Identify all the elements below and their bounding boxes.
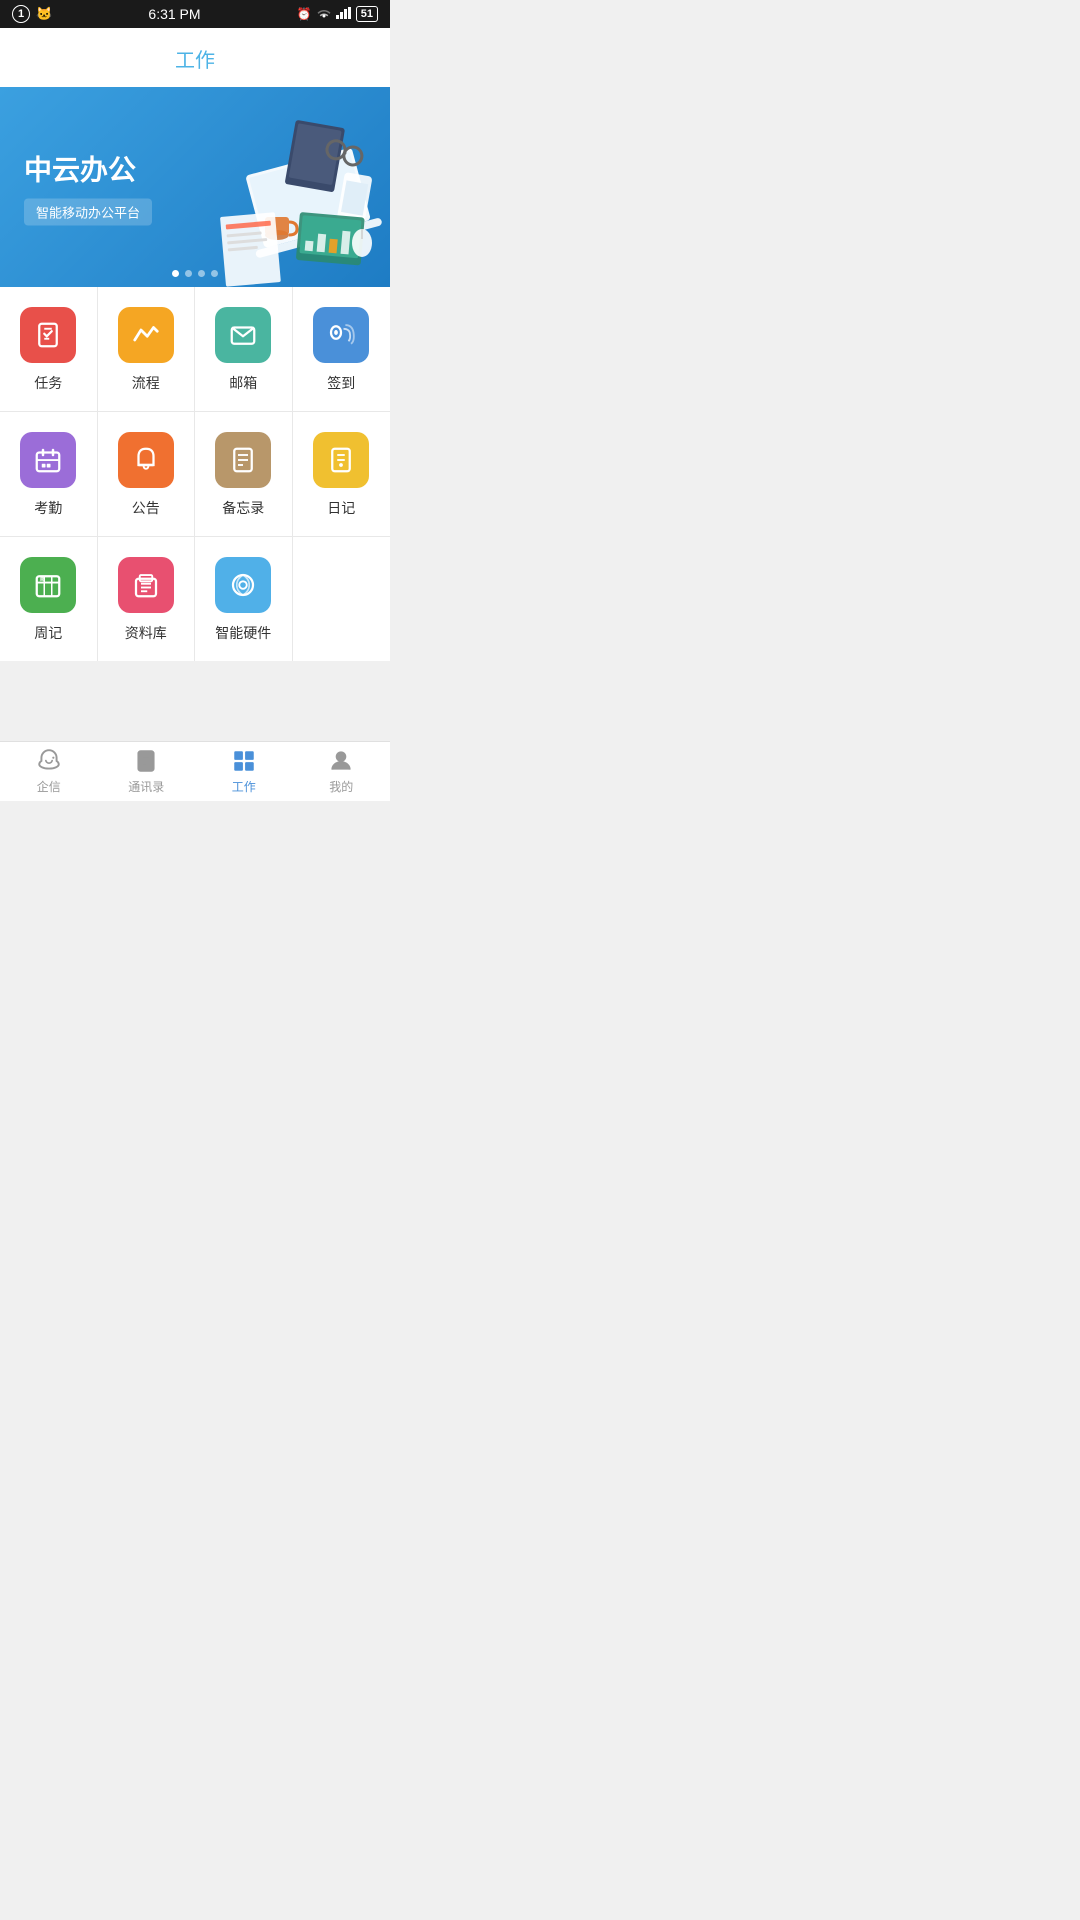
library-icon-box bbox=[118, 557, 174, 613]
notice-label: 公告 bbox=[132, 498, 160, 518]
enterprise-nav-label: 企信 bbox=[37, 778, 61, 795]
grid-row-1: 任务 流程 邮箱 bbox=[0, 287, 390, 412]
weekly-icon-box: 周 bbox=[20, 557, 76, 613]
dot-2 bbox=[185, 270, 192, 277]
dot-4 bbox=[211, 270, 218, 277]
grid-row-2: 考勤 公告 备忘录 bbox=[0, 412, 390, 537]
grid-item-process[interactable]: 流程 bbox=[98, 287, 196, 411]
grid-item-hardware[interactable]: 智能硬件 bbox=[195, 537, 293, 661]
checkin-label: 签到 bbox=[327, 373, 355, 393]
banner-text: 中云办公 智能移动办公平台 bbox=[24, 149, 152, 226]
grid-item-diary[interactable]: 日记 bbox=[293, 412, 391, 536]
work-nav-label: 工作 bbox=[232, 778, 256, 795]
bottom-navigation: 企信 通讯录 工作 bbox=[0, 741, 390, 801]
grid-item-checkin[interactable]: 签到 bbox=[293, 287, 391, 411]
library-label: 资料库 bbox=[125, 623, 167, 643]
contacts-icon bbox=[133, 748, 159, 774]
mail-icon-box bbox=[215, 307, 271, 363]
status-time: 6:31 PM bbox=[148, 6, 200, 22]
banner-dots bbox=[172, 270, 218, 277]
task-label: 任务 bbox=[34, 373, 62, 393]
status-bar: 1 🐱 6:31 PM ⏰ 51 bbox=[0, 0, 390, 28]
checkin-icon-box bbox=[313, 307, 369, 363]
grid-item-library[interactable]: 资料库 bbox=[98, 537, 196, 661]
content-spacer bbox=[0, 661, 390, 741]
page-title: 工作 bbox=[175, 50, 215, 72]
nav-item-enterprise[interactable]: 企信 bbox=[0, 742, 98, 801]
memo-icon-box bbox=[215, 432, 271, 488]
grid-item-attendance[interactable]: 考勤 bbox=[0, 412, 98, 536]
grid-empty-cell bbox=[293, 537, 391, 661]
diary-label: 日记 bbox=[327, 498, 355, 518]
alarm-icon: ⏰ bbox=[297, 7, 312, 21]
app-grid: 任务 流程 邮箱 bbox=[0, 287, 390, 661]
status-num-icon: 1 bbox=[12, 5, 30, 23]
dot-3 bbox=[198, 270, 205, 277]
mine-nav-label: 我的 bbox=[329, 778, 353, 795]
status-left: 1 🐱 bbox=[12, 5, 52, 23]
signal-icon bbox=[336, 7, 352, 22]
grid-item-weekly[interactable]: 周 周记 bbox=[0, 537, 98, 661]
attendance-label: 考勤 bbox=[34, 498, 62, 518]
enterprise-icon bbox=[36, 748, 62, 774]
diary-icon-box bbox=[313, 432, 369, 488]
banner-illustration bbox=[160, 87, 390, 287]
mine-icon bbox=[328, 748, 354, 774]
svg-text:周: 周 bbox=[40, 576, 44, 583]
banner-title: 中云办公 bbox=[24, 149, 152, 189]
page-header: 工作 bbox=[0, 28, 390, 87]
nav-item-contacts[interactable]: 通讯录 bbox=[98, 742, 196, 801]
battery-indicator: 51 bbox=[356, 6, 378, 22]
notice-icon-box bbox=[118, 432, 174, 488]
dot-1 bbox=[172, 270, 179, 277]
process-label: 流程 bbox=[132, 373, 160, 393]
work-icon bbox=[231, 748, 257, 774]
hardware-icon-box bbox=[215, 557, 271, 613]
grid-item-mail[interactable]: 邮箱 bbox=[195, 287, 293, 411]
weekly-label: 周记 bbox=[34, 623, 62, 643]
status-icon-cat: 🐱 bbox=[36, 6, 52, 22]
hardware-label: 智能硬件 bbox=[215, 623, 271, 643]
wifi-icon bbox=[316, 7, 332, 22]
contacts-nav-label: 通讯录 bbox=[128, 778, 164, 795]
nav-item-work[interactable]: 工作 bbox=[195, 742, 293, 801]
grid-row-3: 周 周记 资料库 bbox=[0, 537, 390, 661]
process-icon-box bbox=[118, 307, 174, 363]
banner: 中云办公 智能移动办公平台 bbox=[0, 87, 390, 287]
status-right: ⏰ 51 bbox=[297, 6, 378, 22]
grid-item-notice[interactable]: 公告 bbox=[98, 412, 196, 536]
task-icon-box bbox=[20, 307, 76, 363]
grid-item-task[interactable]: 任务 bbox=[0, 287, 98, 411]
memo-label: 备忘录 bbox=[222, 498, 264, 518]
nav-item-mine[interactable]: 我的 bbox=[293, 742, 391, 801]
banner-subtitle: 智能移动办公平台 bbox=[24, 199, 152, 226]
grid-item-memo[interactable]: 备忘录 bbox=[195, 412, 293, 536]
attendance-icon-box bbox=[20, 432, 76, 488]
mail-label: 邮箱 bbox=[229, 373, 257, 393]
